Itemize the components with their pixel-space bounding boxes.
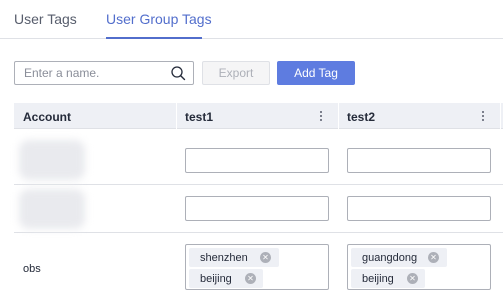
tag-chip: beijing ✕ [189,269,263,288]
more-options-icon[interactable] [479,109,487,123]
remove-chip-icon[interactable]: ✕ [245,273,256,284]
table-row [14,185,503,233]
tag-chip-label: guangdong [362,251,418,264]
account-name: obs [23,263,41,275]
column-header-test2: test2 [347,110,376,124]
search-icon[interactable] [170,65,186,81]
column-divider [338,103,339,129]
tag-chip-label: beijing [362,272,394,285]
column-header-test1: test1 [185,110,214,124]
redacted-account [19,140,85,180]
remove-chip-icon[interactable]: ✕ [407,273,418,284]
table-row: obs shenzhen ✕ beijing ✕ guangdong ✕ bei… [14,233,503,302]
tag-value-input-test2[interactable] [347,196,491,221]
remove-chip-icon[interactable]: ✕ [260,252,271,263]
active-tab-indicator [106,37,202,39]
tag-chip: guangdong ✕ [351,248,447,267]
table-row [14,136,503,185]
table-header: Account test1 test2 [14,103,503,129]
column-divider [176,103,177,129]
search-input[interactable] [15,62,165,84]
tag-chip-label: shenzhen [200,251,248,264]
add-tag-button[interactable]: Add Tag [277,61,355,85]
column-header-account: Account [23,110,71,124]
tag-value-select-test1[interactable]: shenzhen ✕ beijing ✕ [185,244,329,290]
more-options-icon[interactable] [317,109,325,123]
tab-user-group-tags[interactable]: User Group Tags [106,11,212,27]
search-box [14,61,194,85]
tab-bar: User Tags User Group Tags [0,0,503,39]
tab-user-tags[interactable]: User Tags [14,11,77,27]
redacted-account [19,189,85,229]
tag-value-select-test2[interactable]: guangdong ✕ beijing ✕ [347,244,491,290]
export-button[interactable]: Export [202,61,270,85]
tag-chip: beijing ✕ [351,269,425,288]
tag-chip: shenzhen ✕ [189,248,279,267]
column-divider [500,103,501,129]
remove-chip-icon[interactable]: ✕ [428,252,439,263]
tag-value-input-test1[interactable] [185,148,329,173]
tag-value-input-test2[interactable] [347,148,491,173]
tag-value-input-test1[interactable] [185,196,329,221]
tag-chip-label: beijing [200,272,232,285]
